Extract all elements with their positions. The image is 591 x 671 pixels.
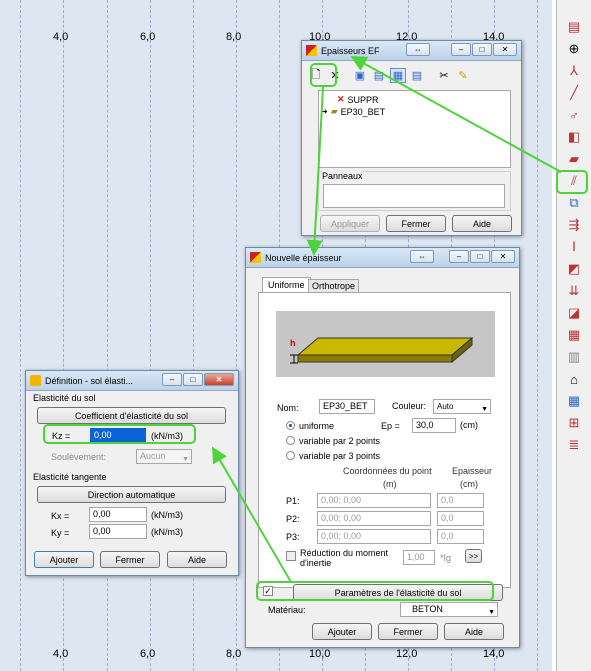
annotation-arrows bbox=[211, 56, 562, 583]
